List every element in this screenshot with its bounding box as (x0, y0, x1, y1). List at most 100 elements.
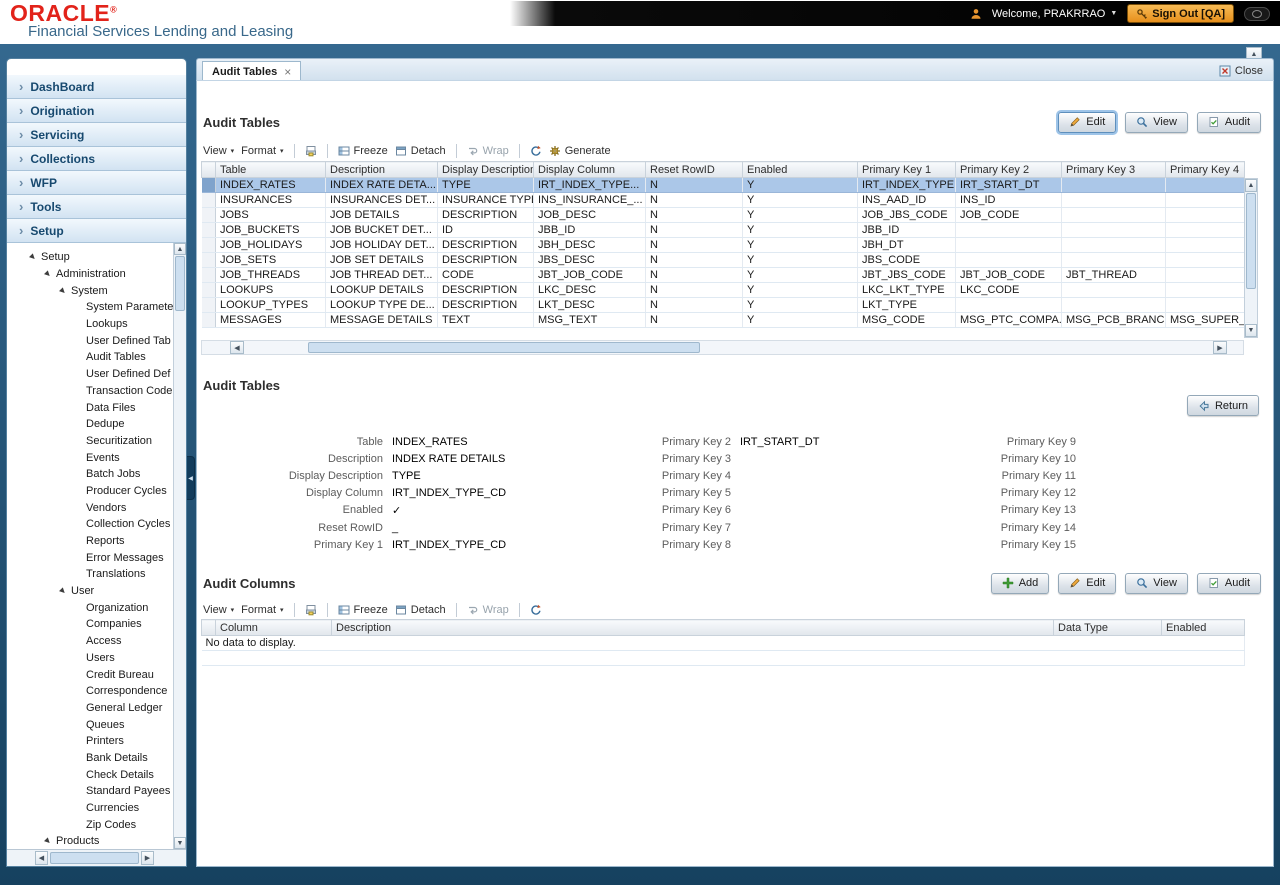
table-row-job-threads[interactable]: JOB_THREADS JOB THREAD DET... CODE JBT_JOB_… (201, 267, 1245, 283)
view-button[interactable]: View (1125, 111, 1188, 133)
tree-item-events[interactable]: Events (7, 449, 173, 466)
table-row-job-sets[interactable]: JOB_SETS JOB SET DETAILS DESCRIPTION JBS_DE… (201, 252, 1245, 268)
table-row-index-rates[interactable]: INDEX_RATES INDEX RATE DETA... TYPE IRT_IND… (201, 177, 1245, 193)
tree-item-translations[interactable]: Translations (7, 566, 173, 583)
scrollbar-thumb[interactable] (1246, 193, 1256, 289)
tree-item-user-defined-tab[interactable]: User Defined Tab (7, 332, 173, 349)
sidebar-item-servicing[interactable]: › Servicing (7, 123, 186, 147)
scroll-right-button[interactable]: ▶ (141, 851, 154, 865)
tree-item-users[interactable]: Users (7, 650, 173, 667)
tree-item-currencies[interactable]: Currencies (7, 800, 173, 817)
view-menu-button[interactable]: View ▾ (203, 604, 234, 616)
detach-button[interactable]: Detach (395, 145, 446, 157)
tree-item-error-messages[interactable]: Error Messages (7, 549, 173, 566)
grid-vertical-scrollbar[interactable]: ▲ ▼ (1244, 178, 1258, 338)
table-row-job-buckets[interactable]: JOB_BUCKETS JOB BUCKET DET... ID JBB_ID N Y JB… (201, 222, 1245, 238)
tree-item-system-paramete[interactable]: System Paramete (7, 299, 173, 316)
export-icon[interactable] (305, 145, 317, 157)
wrap-button[interactable]: Wrap (467, 604, 509, 616)
scroll-up-button[interactable]: ▲ (174, 243, 186, 255)
view-menu-button[interactable]: View ▾ (203, 145, 234, 157)
tree-item-companies[interactable]: Companies (7, 616, 173, 633)
tree-item-user[interactable]: ▶ User (7, 583, 173, 600)
tree-item-setup[interactable]: ▶ Setup (7, 249, 173, 266)
wrap-button[interactable]: Wrap (467, 145, 509, 157)
table-row-lookups[interactable]: LOOKUPS LOOKUP DETAILS DESCRIPTION LKC_DESC… (201, 282, 1245, 298)
tree-item-organization[interactable]: Organization (7, 599, 173, 616)
scrollbar-thumb[interactable] (50, 852, 139, 864)
generate-button[interactable]: Generate (549, 145, 611, 157)
tree-item-products[interactable]: ▶ Products (7, 833, 173, 849)
format-menu-button[interactable]: Format ▾ (241, 145, 283, 157)
column-header-column[interactable]: Column (215, 619, 332, 636)
tree-vertical-scrollbar[interactable]: ▲ ▼ (173, 243, 186, 849)
column-header-enabled[interactable]: Enabled (742, 161, 858, 178)
export-icon[interactable] (305, 604, 317, 616)
tree-item-check-details[interactable]: Check Details (7, 766, 173, 783)
sign-out-button[interactable]: Sign Out [QA] (1127, 4, 1234, 23)
column-header-display-description[interactable]: Display Description (437, 161, 534, 178)
scroll-right-button[interactable]: ▶ (1213, 341, 1227, 354)
scroll-down-button[interactable]: ▼ (174, 837, 186, 849)
tree-item-reports[interactable]: Reports (7, 533, 173, 550)
close-button[interactable]: Close (1219, 65, 1263, 77)
column-header-primary-key-4[interactable]: Primary Key 4 (1165, 161, 1245, 178)
oracle-badge-icon[interactable] (1244, 6, 1270, 21)
tree-item-producer-cycles[interactable]: Producer Cycles (7, 483, 173, 500)
tree-item-batch-jobs[interactable]: Batch Jobs (7, 466, 173, 483)
sidebar-item-dashboard[interactable]: › DashBoard (7, 75, 186, 99)
table-row-jobs[interactable]: JOBS JOB DETAILS DESCRIPTION JOB_DESC N Y JOB_… (201, 207, 1245, 223)
sidebar-item-origination[interactable]: › Origination (7, 99, 186, 123)
tree-item-administration[interactable]: ▶ Administration (7, 266, 173, 283)
refresh-icon[interactable] (530, 604, 542, 616)
scroll-left-button[interactable]: ◀ (35, 851, 48, 865)
column-header-primary-key-2[interactable]: Primary Key 2 (955, 161, 1062, 178)
tree-item-dedupe[interactable]: Dedupe (7, 416, 173, 433)
sidebar-horizontal-scrollbar[interactable]: ◀ ▶ (7, 849, 186, 866)
edit-button[interactable]: Edit (1058, 572, 1117, 594)
audit-button[interactable]: Audit (1196, 572, 1261, 594)
scrollbar-thumb[interactable] (308, 342, 700, 353)
refresh-icon[interactable] (530, 145, 542, 157)
add-button[interactable]: Add (990, 572, 1050, 594)
sidebar-item-setup[interactable]: › Setup (7, 219, 186, 243)
tree-item-lookups[interactable]: Lookups (7, 316, 173, 333)
table-row-messages[interactable]: MESSAGES MESSAGE DETAILS TEXT MSG_TEXT N Y MSG… (201, 312, 1245, 328)
tree-item-vendors[interactable]: Vendors (7, 499, 173, 516)
return-button[interactable]: Return (1186, 395, 1259, 416)
grid-horizontal-scrollbar[interactable]: ◀ ▶ (201, 340, 1244, 355)
tree-item-collection-cycles[interactable]: Collection Cycles (7, 516, 173, 533)
sidebar-collapse-handle[interactable]: ◀ (187, 456, 195, 500)
tree-item-user-defined-def[interactable]: User Defined Def (7, 366, 173, 383)
column-header-reset-rowid[interactable]: Reset RowID (645, 161, 743, 178)
column-header-primary-key-3[interactable]: Primary Key 3 (1061, 161, 1166, 178)
scroll-down-button[interactable]: ▼ (1245, 324, 1257, 337)
tree-item-credit-bureau[interactable]: Credit Bureau (7, 666, 173, 683)
tree-item-queues[interactable]: Queues (7, 716, 173, 733)
tab-close-icon[interactable]: × (284, 65, 291, 79)
table-row-insurances[interactable]: INSURANCES INSURANCES DET... INSURANCE TYP… (201, 192, 1245, 208)
view-button[interactable]: View (1125, 572, 1188, 594)
column-header-description[interactable]: Description (331, 619, 1054, 636)
column-header-table[interactable]: Table (215, 161, 326, 178)
scroll-up-button[interactable]: ▲ (1245, 179, 1257, 192)
tree-item-data-files[interactable]: Data Files (7, 399, 173, 416)
scrollbar-thumb[interactable] (175, 256, 185, 311)
tree-item-standard-payees[interactable]: Standard Payees (7, 783, 173, 800)
sidebar-item-wfp[interactable]: › WFP (7, 171, 186, 195)
scroll-left-button[interactable]: ◀ (230, 341, 244, 354)
table-row-job-holidays[interactable]: JOB_HOLIDAYS JOB HOLIDAY DET... DESCRIPTIO… (201, 237, 1245, 253)
edit-button[interactable]: Edit (1058, 111, 1117, 133)
tree-item-system[interactable]: ▶ System (7, 282, 173, 299)
tree-item-zip-codes[interactable]: Zip Codes (7, 816, 173, 833)
detach-button[interactable]: Detach (395, 604, 446, 616)
tree-item-correspondence[interactable]: Correspondence (7, 683, 173, 700)
tree-item-transaction-code[interactable]: Transaction Code (7, 383, 173, 400)
tree-item-securitization[interactable]: Securitization (7, 433, 173, 450)
tree-item-access[interactable]: Access (7, 633, 173, 650)
sidebar-item-collections[interactable]: › Collections (7, 147, 186, 171)
audit-button[interactable]: Audit (1196, 111, 1261, 133)
column-header-description[interactable]: Description (325, 161, 438, 178)
table-row-lookup-types[interactable]: LOOKUP_TYPES LOOKUP TYPE DE... DESCRIPTION… (201, 297, 1245, 313)
welcome-menu[interactable]: Welcome, PRAKRRAO ▼ (992, 8, 1117, 20)
